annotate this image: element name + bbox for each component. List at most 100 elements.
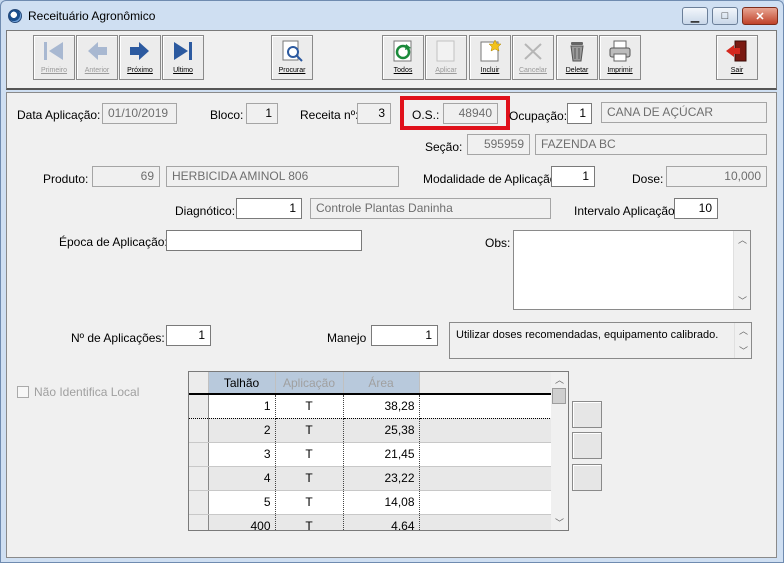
manejo-scrollbar[interactable]: ︿ ﹀ [734, 323, 751, 358]
produto-name-field[interactable]: HERBICIDA AMINOL 806 [166, 166, 399, 187]
area-cell[interactable]: 21,45 [343, 442, 420, 467]
title-bar: Receituário Agronômico ▁ □ ✕ [1, 1, 783, 31]
procurar-label: Procurar [278, 67, 306, 74]
area-cell[interactable]: 25,38 [343, 418, 420, 443]
grid-side-button-2[interactable] [572, 432, 602, 459]
col-talhao[interactable]: Talhão [208, 372, 276, 395]
col-area[interactable]: Área [343, 372, 420, 395]
data-aplicacao-field[interactable]: 01/10/2019 [102, 103, 177, 124]
modalidade-field[interactable]: 1 [551, 166, 595, 187]
row-indicator[interactable] [189, 418, 209, 443]
row-filler [419, 442, 552, 467]
talhao-table: Talhão Aplicação Área 1 T 38,28 2 T 25,38 3 T 21… [189, 372, 552, 530]
grid-scroll-thumb[interactable] [552, 388, 566, 404]
talhao-cell[interactable]: 2 [208, 418, 276, 443]
area-cell[interactable]: 14,08 [343, 490, 420, 515]
aplicacao-cell[interactable]: T [275, 418, 344, 443]
scroll-up-icon[interactable]: ︿ [738, 233, 747, 246]
table-row[interactable]: 4 T 23,22 [189, 466, 552, 491]
grid-side-button-1[interactable] [572, 401, 602, 428]
cancelar-button[interactable]: Cancelar [512, 35, 554, 80]
epoca-field[interactable] [166, 230, 362, 251]
area-cell[interactable]: 23,22 [343, 466, 420, 491]
row-filler [419, 418, 552, 443]
talhao-grid[interactable]: Talhão Aplicação Área 1 T 38,28 2 T 25,38 3 T 21… [188, 371, 569, 531]
aplicacao-cell[interactable]: T [275, 394, 344, 419]
col-aplicacao[interactable]: Aplicação [275, 372, 344, 395]
produto-label: Produto: [43, 172, 89, 186]
maximize-button[interactable]: □ [712, 7, 738, 25]
previous-record-icon [84, 39, 110, 63]
primeiro-button[interactable]: Primeiro [33, 35, 75, 80]
ocupacao-name-field[interactable]: CANA DE AÇÚCAR [601, 102, 767, 123]
manejo-text-field[interactable]: Utilizar doses recomendadas, equipamento… [449, 322, 752, 359]
dose-field[interactable]: 10,000 [666, 166, 767, 187]
talhao-cell[interactable]: 5 [208, 490, 276, 515]
table-row[interactable]: 3 T 21,45 [189, 442, 552, 467]
dose-label: Dose: [632, 172, 664, 186]
table-row[interactable]: 2 T 25,38 [189, 418, 552, 443]
procurar-button[interactable]: Procurar [271, 35, 313, 80]
area-cell[interactable]: 4,64 [343, 514, 420, 530]
secao-name-field[interactable]: FAZENDA BC [535, 134, 767, 155]
obs-scrollbar[interactable]: ︿ ﹀ [733, 231, 750, 309]
todos-button[interactable]: Todos [382, 35, 424, 80]
close-button[interactable]: ✕ [742, 7, 778, 25]
grid-scrollbar[interactable]: ︿ ﹀ [551, 372, 568, 530]
os-highlight-box [400, 96, 510, 130]
aplicacao-cell[interactable]: T [275, 490, 344, 515]
table-row[interactable]: 5 T 14,08 [189, 490, 552, 515]
talhao-cell[interactable]: 4 [208, 466, 276, 491]
diagnostico-name-field[interactable]: Controle Plantas Daninha [310, 198, 551, 219]
talhao-cell[interactable]: 400 [208, 514, 276, 530]
anterior-button[interactable]: Anterior [76, 35, 118, 80]
row-indicator[interactable] [189, 394, 209, 419]
grid-scroll-down-icon[interactable]: ﹀ [555, 516, 564, 529]
talhao-cell[interactable]: 1 [208, 394, 276, 419]
aplicar-button[interactable]: Aplicar [425, 35, 467, 80]
sair-button[interactable]: Sair [716, 35, 758, 80]
manejo-code-field[interactable]: 1 [371, 325, 438, 346]
minimize-button[interactable]: ▁ [682, 7, 708, 25]
produto-code-field[interactable]: 69 [92, 166, 160, 187]
modalidade-label: Modalidade de Aplicação: [423, 172, 560, 186]
nao-identifica-checkbox[interactable] [17, 386, 29, 398]
aplicacao-cell[interactable]: T [275, 466, 344, 491]
receita-field[interactable]: 3 [357, 103, 391, 124]
row-indicator[interactable] [189, 442, 209, 467]
row-indicator[interactable] [189, 490, 209, 515]
bloco-field[interactable]: 1 [246, 103, 278, 124]
row-indicator[interactable] [189, 514, 209, 530]
deletar-button[interactable]: Deletar [556, 35, 598, 80]
row-indicator[interactable] [189, 466, 209, 491]
incluir-button[interactable]: Incluir [469, 35, 511, 80]
ultimo-label: Ultimo [173, 67, 193, 74]
table-row[interactable]: 1 T 38,28 [189, 394, 552, 419]
table-row[interactable]: 400 T 4,64 [189, 514, 552, 530]
diagnostico-code-field[interactable]: 1 [236, 198, 302, 219]
area-cell[interactable]: 38,28 [343, 394, 420, 419]
scroll-down-icon[interactable]: ﹀ [738, 294, 747, 307]
refresh-all-icon [390, 39, 416, 63]
ultimo-button[interactable]: Ultimo [162, 35, 204, 80]
deletar-label: Deletar [565, 67, 589, 74]
aplicacao-cell[interactable]: T [275, 514, 344, 530]
secao-code-field[interactable]: 595959 [467, 134, 530, 155]
talhao-cell[interactable]: 3 [208, 442, 276, 467]
aplicacao-cell[interactable]: T [275, 442, 344, 467]
manejo-scroll-up-icon[interactable]: ︿ [739, 324, 748, 337]
ocupacao-code-field[interactable]: 1 [567, 103, 592, 124]
app-icon [8, 9, 22, 23]
manejo-scroll-down-icon[interactable]: ﹀ [739, 344, 748, 357]
imprimir-button[interactable]: Imprimir [599, 35, 641, 80]
grid-scroll-up-icon[interactable]: ︿ [555, 373, 564, 386]
n-aplicacoes-field[interactable]: 1 [166, 325, 211, 346]
apply-icon [433, 39, 459, 63]
secao-label: Seção: [425, 140, 463, 154]
cancel-icon [520, 39, 546, 63]
cancelar-label: Cancelar [518, 67, 547, 74]
obs-textarea[interactable]: ︿ ﹀ [513, 230, 751, 310]
proximo-button[interactable]: Próximo [119, 35, 161, 80]
grid-side-button-3[interactable] [572, 464, 602, 491]
intervalo-field[interactable]: 10 [674, 198, 718, 219]
